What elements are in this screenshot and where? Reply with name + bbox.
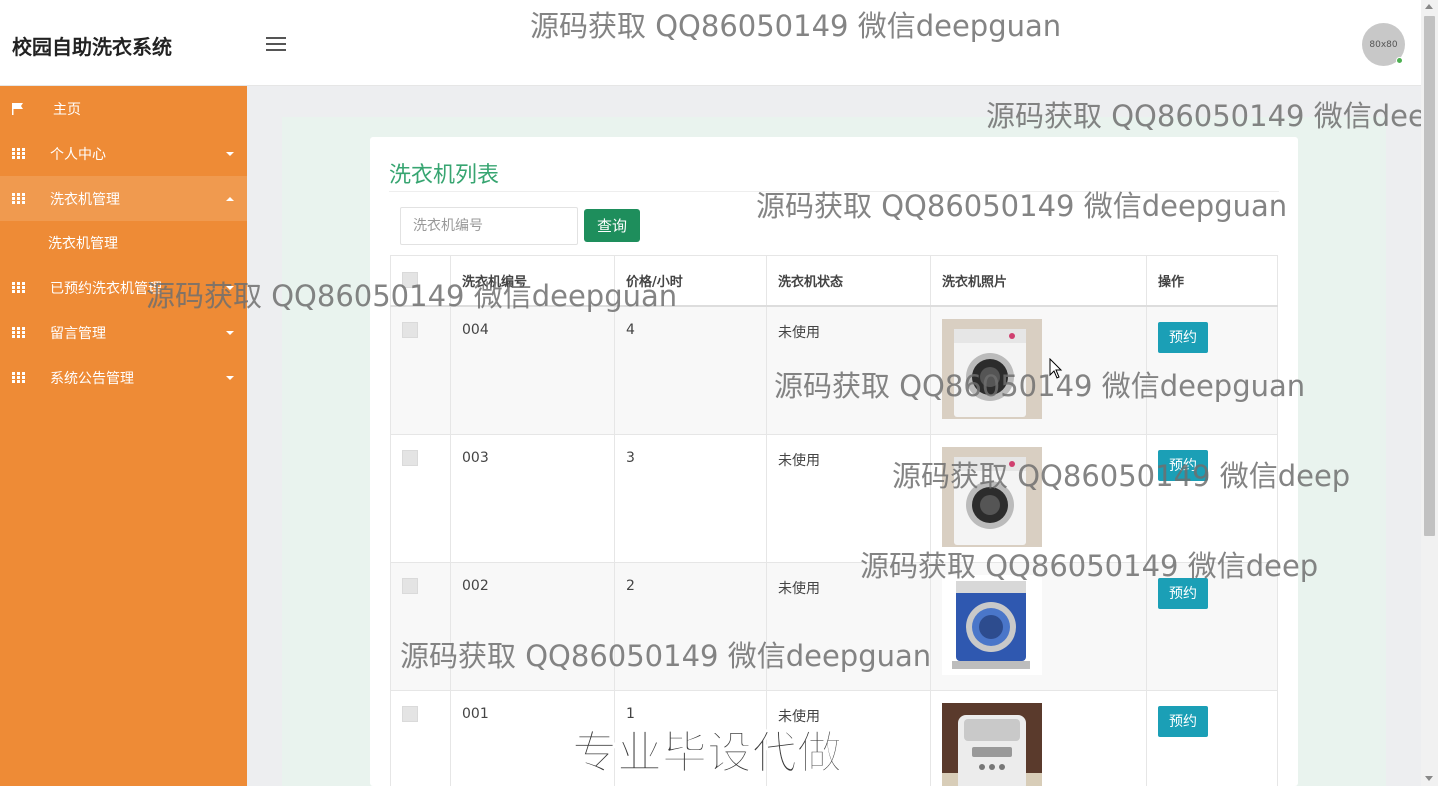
- sidebar-item-label: 留言管理: [50, 325, 106, 342]
- sidebar-item-label: 洗衣机管理: [50, 191, 120, 208]
- sidebar-item-profile[interactable]: 个人中心: [0, 131, 247, 176]
- page-title: 洗衣机列表: [389, 163, 500, 188]
- row-select-cell: [390, 305, 451, 435]
- washer-id: 004: [450, 305, 615, 435]
- washer-price: 2: [614, 561, 767, 691]
- sidebar-item-messages[interactable]: 留言管理: [0, 310, 247, 355]
- search-button[interactable]: 查询: [584, 209, 640, 242]
- table-row: 003 3 未使用 预约: [390, 433, 1278, 563]
- sidebar-subitem-washer-management[interactable]: 洗衣机管理: [0, 221, 247, 265]
- table-row: 002 2 未使用 预约: [390, 561, 1278, 691]
- online-status-icon: [1396, 57, 1403, 64]
- washer-photo-cell: [930, 305, 1147, 435]
- chevron-down-icon: [226, 285, 234, 290]
- grid-icon: [12, 193, 25, 204]
- row-select-cell: [390, 433, 451, 563]
- top-load-washer-photo[interactable]: [942, 702, 1042, 786]
- column-header: 价格/小时: [614, 255, 767, 307]
- table-row: 001 1 未使用 预约: [390, 689, 1278, 786]
- washer-list-card: 洗衣机列表 查询 洗衣机编号 价格/小时 洗衣机状态 洗衣机照片 操作 004 …: [370, 137, 1298, 786]
- row-checkbox[interactable]: [402, 577, 418, 594]
- grid-icon: [12, 327, 25, 338]
- top-header: 校园自助洗衣系统 80x80: [0, 0, 1421, 86]
- column-header: 操作: [1146, 255, 1278, 307]
- book-button[interactable]: 预约: [1158, 705, 1208, 737]
- sidebar-item-label: 个人中心: [50, 146, 106, 163]
- row-checkbox[interactable]: [402, 705, 418, 722]
- action-cell: 预约: [1146, 433, 1278, 563]
- column-header: 洗衣机状态: [766, 255, 931, 307]
- select-all-checkbox[interactable]: [402, 272, 418, 289]
- flag-icon: [12, 102, 23, 115]
- chevron-up-icon: [226, 196, 234, 201]
- menu-toggle-icon[interactable]: [266, 37, 286, 51]
- sidebar-item-announcements[interactable]: 系统公告管理: [0, 355, 247, 400]
- washer-price: 3: [614, 433, 767, 563]
- mouse-cursor-icon: [1049, 358, 1063, 379]
- table-row: 004 4 未使用 预约: [390, 305, 1278, 435]
- washer-photo-cell: [930, 561, 1147, 691]
- washer-status: 未使用: [766, 561, 931, 691]
- washer-id-search-input[interactable]: [400, 207, 578, 245]
- column-header: 洗衣机照片: [930, 255, 1147, 307]
- washer-price: 4: [614, 305, 767, 435]
- divider: [389, 191, 1279, 192]
- sidebar-item-label: 已预约洗衣机管理: [50, 280, 162, 297]
- sidebar-item-label: 系统公告管理: [50, 370, 134, 387]
- washer-status: 未使用: [766, 689, 931, 786]
- action-cell: 预约: [1146, 305, 1278, 435]
- page-scrollbar[interactable]: [1421, 0, 1438, 786]
- grid-icon: [12, 372, 25, 383]
- sidebar-item-washer-management[interactable]: 洗衣机管理: [0, 176, 247, 221]
- row-checkbox[interactable]: [402, 449, 418, 466]
- washer-status: 未使用: [766, 433, 931, 563]
- avatar[interactable]: 80x80: [1362, 23, 1405, 66]
- sidebar-item-reserved-washers[interactable]: 已预约洗衣机管理: [0, 265, 247, 310]
- chevron-down-icon: [226, 375, 234, 380]
- blue-washer-photo[interactable]: [942, 574, 1042, 675]
- table-header-row: 洗衣机编号 价格/小时 洗衣机状态 洗衣机照片 操作: [390, 255, 1278, 307]
- sidebar-item-label: 主页: [53, 101, 81, 118]
- washer-photo-cell: [930, 689, 1147, 786]
- scroll-down-icon[interactable]: [1425, 776, 1433, 781]
- sidebar: 主页 个人中心 洗衣机管理 洗衣机管理 已预约洗衣机管理 留言管理 系统公告管理: [0, 86, 247, 786]
- front-load-washer-photo[interactable]: [942, 446, 1042, 547]
- app-title: 校园自助洗衣系统: [12, 35, 172, 59]
- avatar-placeholder-text: 80x80: [1369, 39, 1398, 50]
- washer-photo-cell: [930, 433, 1147, 563]
- book-button[interactable]: 预约: [1158, 449, 1208, 481]
- front-load-washer-photo[interactable]: [942, 318, 1042, 419]
- row-select-cell: [390, 689, 451, 786]
- row-select-cell: [390, 561, 451, 691]
- washer-id: 002: [450, 561, 615, 691]
- washer-id: 003: [450, 433, 615, 563]
- washer-id: 001: [450, 689, 615, 786]
- washer-table: 洗衣机编号 价格/小时 洗衣机状态 洗衣机照片 操作 004 4 未使用 预约 …: [390, 255, 1278, 786]
- washer-status: 未使用: [766, 305, 931, 435]
- book-button[interactable]: 预约: [1158, 321, 1208, 353]
- select-all-cell: [390, 255, 451, 307]
- action-cell: 预约: [1146, 561, 1278, 691]
- grid-icon: [12, 148, 25, 159]
- scroll-up-icon[interactable]: [1425, 4, 1433, 9]
- sidebar-item-home[interactable]: 主页: [0, 86, 247, 131]
- chevron-down-icon: [226, 151, 234, 156]
- row-checkbox[interactable]: [402, 321, 418, 338]
- washer-price: 1: [614, 689, 767, 786]
- column-header: 洗衣机编号: [450, 255, 615, 307]
- chevron-down-icon: [226, 330, 234, 335]
- action-cell: 预约: [1146, 689, 1278, 786]
- scrollbar-thumb[interactable]: [1424, 16, 1435, 536]
- book-button[interactable]: 预约: [1158, 577, 1208, 609]
- grid-icon: [12, 282, 25, 293]
